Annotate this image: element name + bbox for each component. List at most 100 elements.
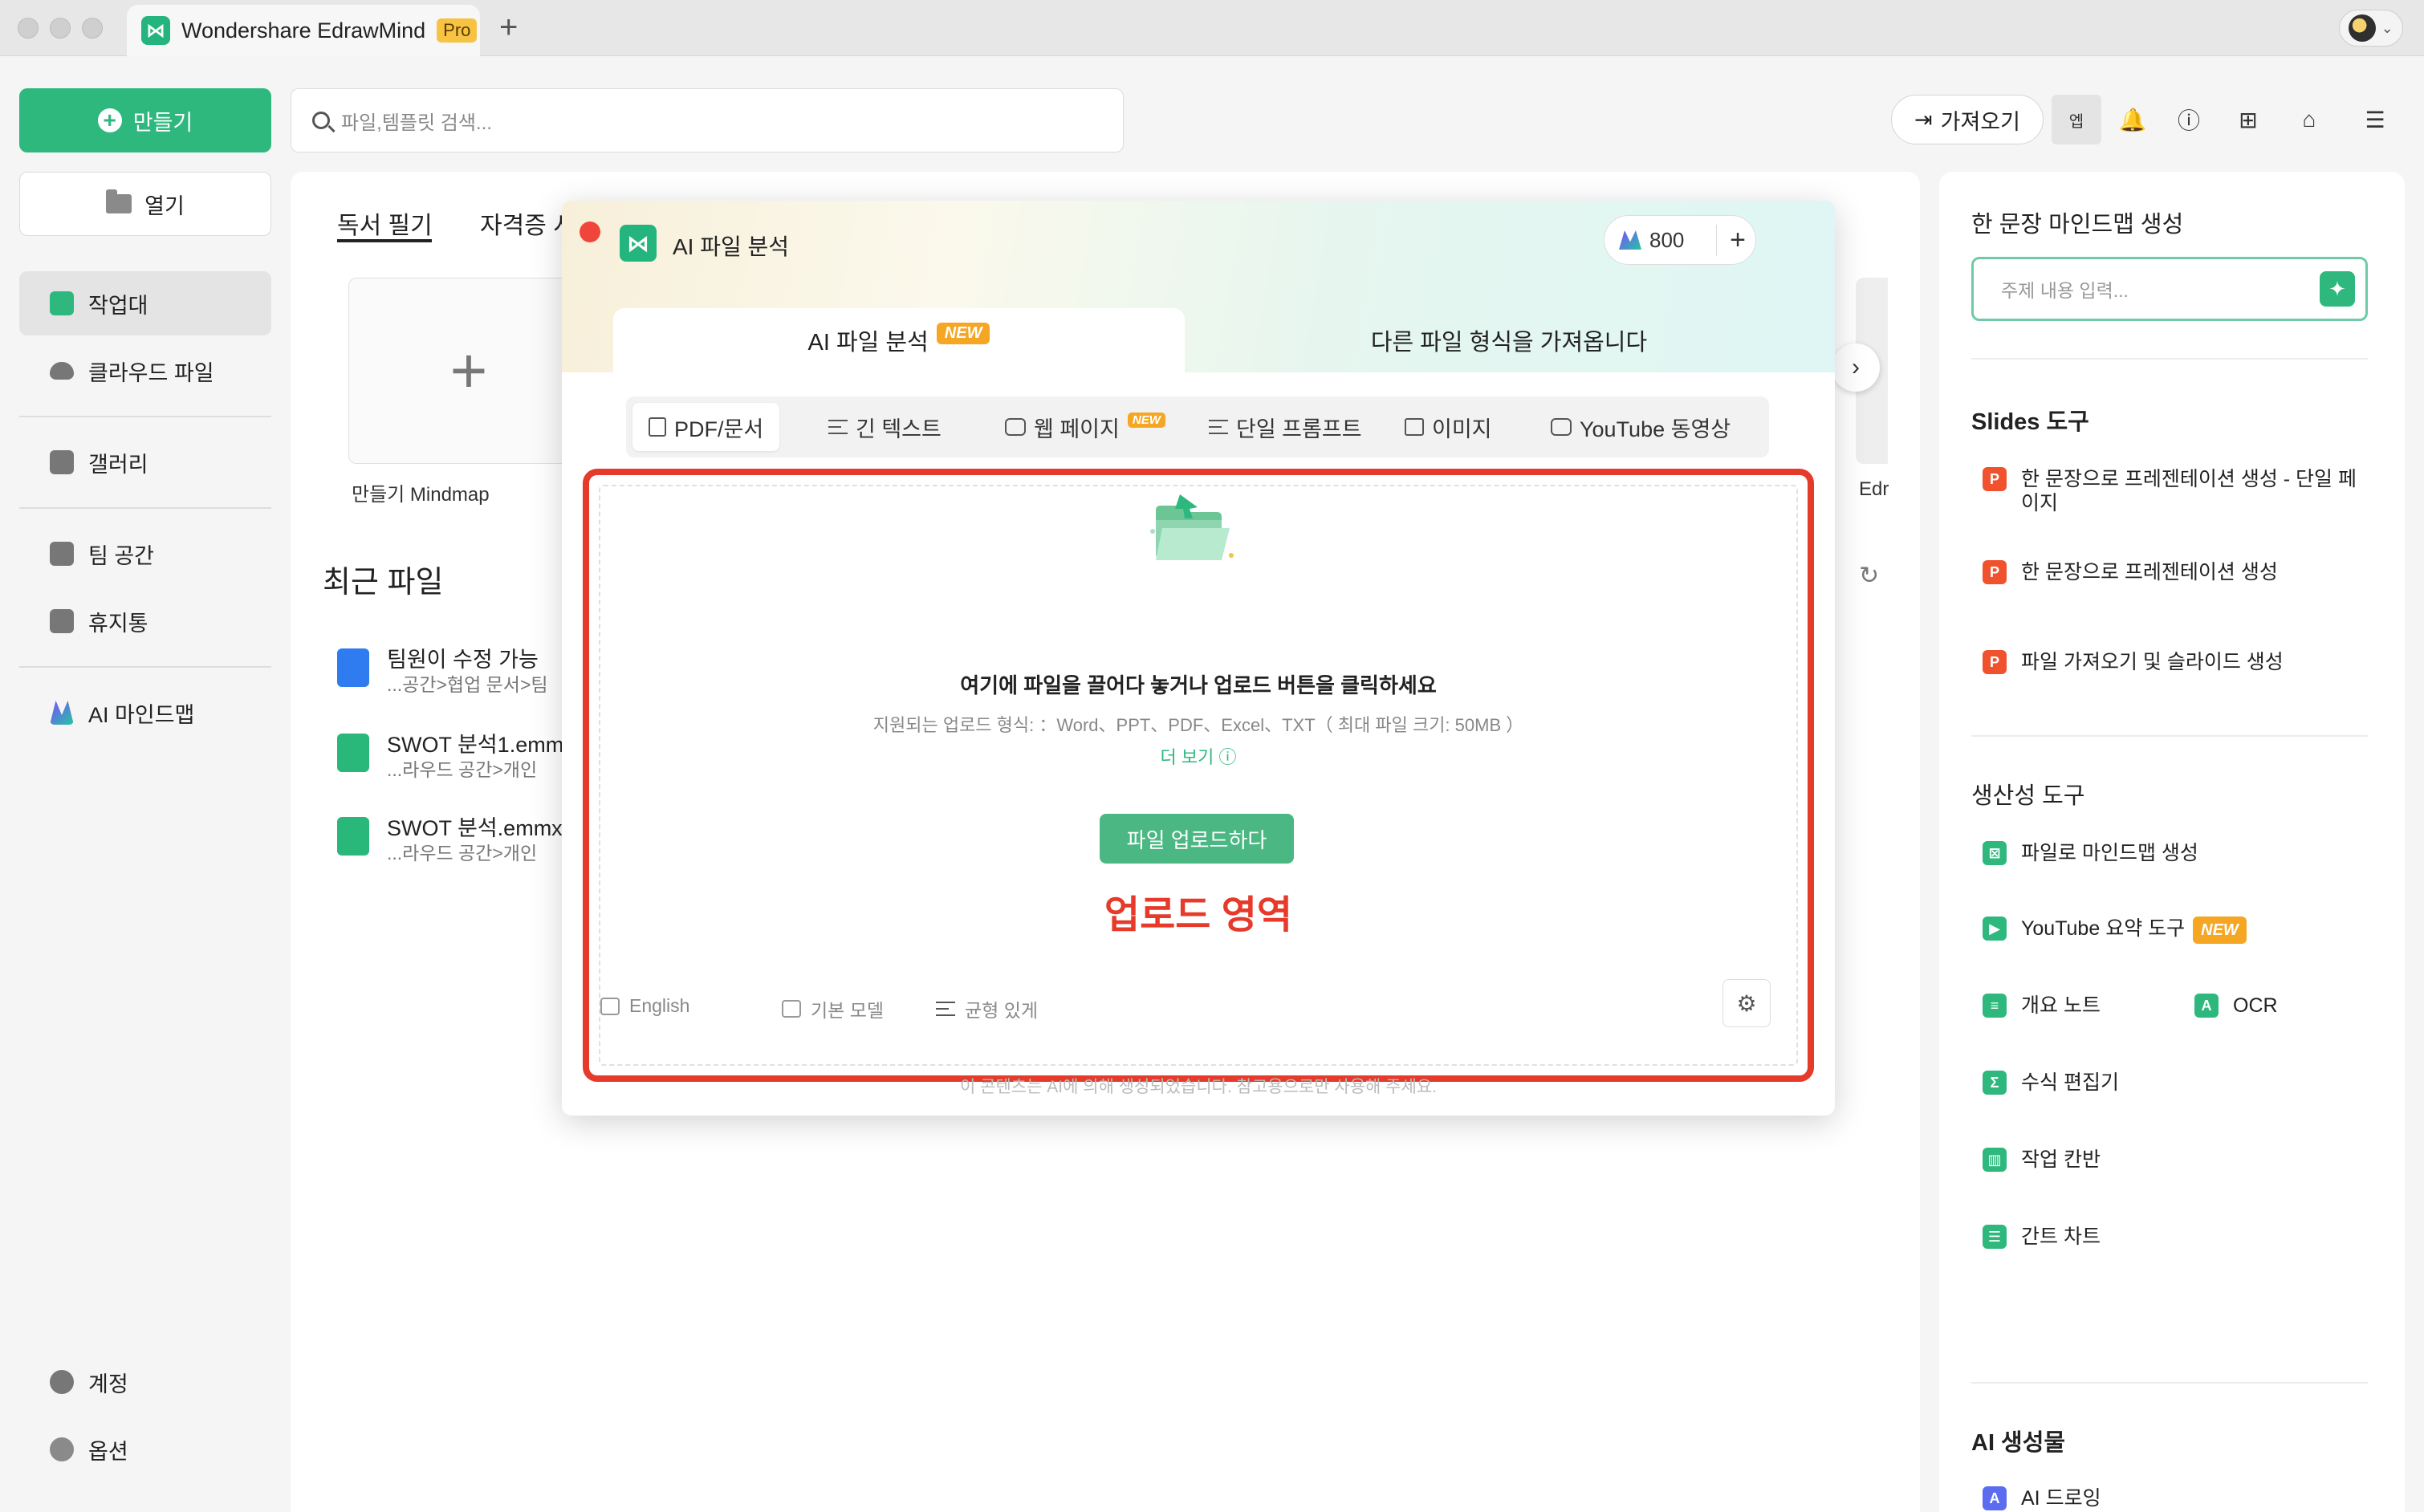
tab-reading-notes[interactable]: 독서 필기 <box>337 205 433 241</box>
sidebar-item-gallery[interactable]: 갤러리 <box>19 430 271 494</box>
sidebar-item-cloud-files[interactable]: 클라우드 파일 <box>19 339 271 403</box>
tool-label: AI 드로잉 <box>2021 1487 2101 1510</box>
new-mindmap-card[interactable]: + <box>348 278 589 464</box>
bell-icon[interactable]: 🔔 <box>2108 95 2158 144</box>
tool-file-to-mindmap[interactable]: ⊠ 파일로 마인드맵 생성 <box>1983 841 2368 865</box>
tool-youtube-summary[interactable]: ▶ YouTube 요약 도구 NEW <box>1983 917 2368 944</box>
tab-certification[interactable]: 자격증 시 <box>480 205 575 241</box>
subtab-label: 이미지 <box>1432 417 1492 441</box>
user-avatar-button[interactable]: ⌄ <box>2339 10 2403 47</box>
chevron-right-icon[interactable]: › <box>1832 343 1880 392</box>
collapse-panel-icon[interactable]: ☰ <box>2350 95 2400 144</box>
subtab-long-text[interactable]: 긴 텍스트 <box>812 403 958 451</box>
upload-dropzone[interactable] <box>599 485 1798 1066</box>
formula-sigma-icon: Σ <box>1983 1071 2007 1095</box>
image-icon <box>1405 418 1424 436</box>
tool-gantt-chart[interactable]: ☰ 간트 차트 <box>1983 1225 2368 1249</box>
panel-divider <box>1971 1382 2368 1384</box>
slides-item[interactable]: P 한 문장으로 프레젠테이션 생성 <box>1983 560 2368 584</box>
settings-gear-icon[interactable]: ⚙ <box>1722 979 1771 1027</box>
subtab-youtube-video[interactable]: YouTube 동영상 <box>1535 403 1747 451</box>
pro-badge: Pro <box>437 18 478 43</box>
theme-shirt-icon[interactable]: ⌂ <box>2284 95 2334 144</box>
cloud-file-icon <box>337 817 369 856</box>
magic-generate-icon[interactable]: ✦ <box>2320 271 2355 307</box>
language-option[interactable]: English <box>600 995 689 1017</box>
slides-item[interactable]: P 한 문장으로 프레젠테이션 생성 - 단일 페이지 <box>1983 467 2368 515</box>
window-close-button[interactable] <box>18 18 39 39</box>
sidebar-divider <box>19 416 271 417</box>
tool-formula-editor[interactable]: Σ 수식 편집기 <box>1983 1071 2368 1095</box>
prompt-edit-icon <box>1209 420 1228 434</box>
cloud-file-icon <box>337 734 369 772</box>
tab-import-other-formats[interactable]: 다른 파일 형식을 가져옵니다 <box>1204 308 1814 372</box>
tool-label: OCR <box>2233 994 2278 1017</box>
tab-ai-file-analysis[interactable]: AI 파일 분석 NEW <box>613 308 1185 372</box>
tool-outline-notes[interactable]: ≡ 개요 노트 <box>1983 994 2175 1018</box>
sidebar-item-workbench[interactable]: 작업대 <box>19 271 271 335</box>
tab-label: 다른 파일 형식을 가져옵니다 <box>1370 330 1648 356</box>
subtab-single-prompt[interactable]: 단일 프롬프트 <box>1193 403 1378 451</box>
subtab-label: 긴 텍스트 <box>856 417 942 441</box>
subtab-pdf-document[interactable]: PDF/문서 <box>632 403 780 451</box>
window-minimize-button[interactable] <box>50 18 71 39</box>
window-zoom-button[interactable] <box>82 18 103 39</box>
ai-drawing-icon: A <box>1983 1486 2007 1510</box>
tool-task-kanban[interactable]: ▥ 작업 칸반 <box>1983 1148 2368 1172</box>
tool-label: 개요 노트 <box>2021 994 2101 1017</box>
sidebar-divider <box>19 507 271 509</box>
new-badge: NEW <box>2193 917 2247 944</box>
document-icon <box>649 417 666 437</box>
create-label: 만들기 <box>132 110 193 135</box>
create-button[interactable]: + 만들기 <box>19 88 271 152</box>
sidebar-item-team-space[interactable]: 팀 공간 <box>19 522 271 586</box>
title-bar: ⋈ Wondershare EdrawMind Pro + ⌄ <box>0 0 2424 56</box>
open-button[interactable]: 열기 <box>19 172 271 236</box>
cloud-icon <box>50 362 74 380</box>
apps-grid-icon[interactable]: ⊞ <box>2223 95 2273 144</box>
recent-file-row[interactable]: SWOT 분석1.emm ...라우드 공간>개인 <box>337 727 578 783</box>
subtab-label: PDF/문서 <box>674 417 764 441</box>
chevron-down-icon: ⌄ <box>2381 19 2393 36</box>
tool-ocr[interactable]: A OCR <box>2194 994 2355 1018</box>
file-path: ...라우드 공간>개인 <box>387 759 538 780</box>
app-tab[interactable]: ⋈ Wondershare EdrawMind Pro <box>127 5 480 56</box>
help-icon[interactable]: ⓘ <box>2164 95 2214 144</box>
team-space-icon <box>50 542 74 566</box>
refresh-icon[interactable]: ↻ <box>1859 562 1879 590</box>
model-label: 기본 모델 <box>811 1000 885 1021</box>
slides-item[interactable]: P 파일 가져오기 및 슬라이드 생성 <box>1983 650 2368 674</box>
style-option[interactable]: 균형 있게 <box>936 995 1038 1022</box>
search-placeholder: 파일,템플릿 검색... <box>341 112 492 134</box>
recent-file-row[interactable]: SWOT 분석.emmx ...라우드 공간>개인 <box>337 811 578 867</box>
add-credits-button[interactable]: + <box>1716 224 1746 256</box>
sidebar-item-options[interactable]: 옵션 <box>19 1417 271 1482</box>
tool-label: 파일로 마인드맵 생성 <box>2021 842 2198 864</box>
account-icon <box>50 1370 74 1394</box>
recent-file-row[interactable]: 팀원이 수정 가능 ...공간>협업 문서>팀 <box>337 642 578 698</box>
sidebar-item-trash[interactable]: 휴지통 <box>19 589 271 653</box>
tool-ai-drawing[interactable]: A AI 드로잉 <box>1983 1486 2368 1510</box>
search-input[interactable]: 파일,템플릿 검색... <box>291 88 1124 152</box>
upload-file-button[interactable]: 파일 업로드하다 <box>1100 814 1294 864</box>
sidebar-item-label: 갤러리 <box>88 452 148 477</box>
model-option[interactable]: 기본 모델 <box>782 995 884 1022</box>
tool-label: 작업 칸반 <box>2021 1148 2101 1171</box>
sidebar-item-account[interactable]: 계정 <box>19 1350 271 1414</box>
subtab-image[interactable]: 이미지 <box>1389 403 1508 451</box>
search-icon <box>312 112 330 129</box>
active-tab-indicator <box>337 239 432 242</box>
see-more-link[interactable]: 더 보기 ⓘ <box>562 743 1835 769</box>
text-lines-icon <box>828 420 848 434</box>
import-button[interactable]: ⇥ 가져오기 <box>1891 95 2044 144</box>
dialog-close-button[interactable] <box>580 222 600 242</box>
app-mode-button[interactable]: 엡 <box>2052 95 2101 144</box>
slides-item-label: 한 문장으로 프레젠테이션 생성 - 단일 페이지 <box>2021 468 2357 514</box>
topic-input[interactable]: 주제 내용 입력... <box>1971 257 2368 321</box>
sidebar-item-label: 클라우드 파일 <box>88 360 214 385</box>
sidebar-item-ai-mindmap[interactable]: AI 마인드맵 <box>19 681 271 745</box>
workbench-icon <box>50 291 74 315</box>
new-tab-button[interactable]: + <box>499 10 518 46</box>
cube-icon <box>782 1000 801 1018</box>
subtab-web-page[interactable]: 웹 페이지 NEW <box>989 403 1181 451</box>
